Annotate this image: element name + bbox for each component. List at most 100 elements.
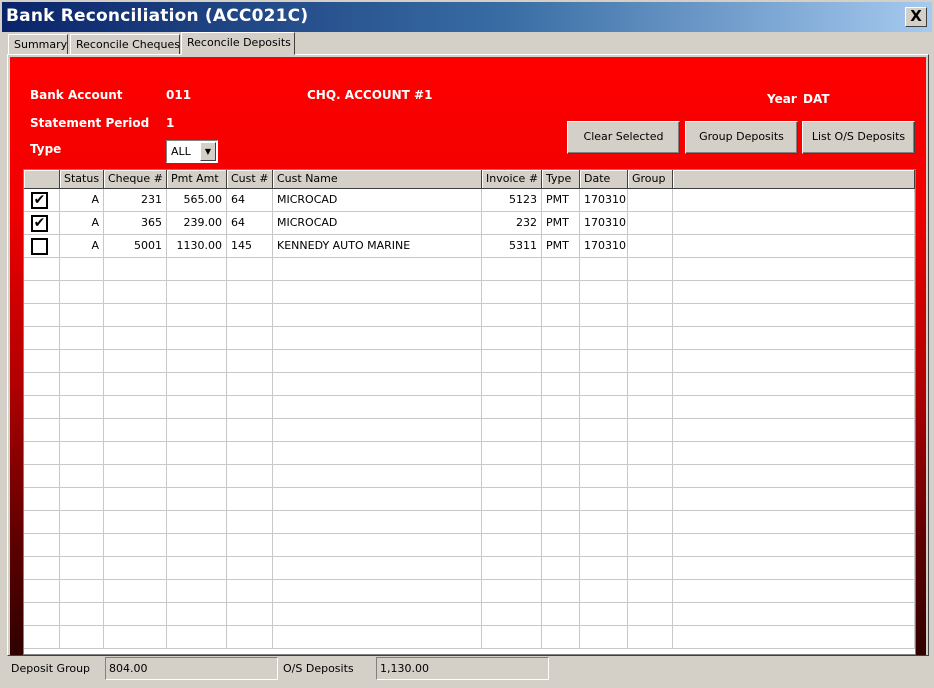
table-row[interactable]: A 5001 1130.00 145 KENNEDY AUTO MARINE 5311 PM… [24,235,915,258]
table-cell [60,488,104,511]
table-cell [628,304,673,327]
table-cell [580,258,628,281]
row-checkbox[interactable]: ✔ [31,215,48,232]
title-bar: Bank Reconciliation (ACC021C) X [0,0,934,32]
table-cell [227,327,273,350]
table-cell: 170310 [580,189,628,212]
table-cell [673,281,915,304]
table-cell [580,442,628,465]
col-header-cheque[interactable]: Cheque # [104,170,167,189]
table-cell [104,557,167,580]
type-select[interactable]: ALL ▼ [166,140,218,163]
chevron-down-icon[interactable]: ▼ [200,142,216,161]
table-cell [628,258,673,281]
table-cell: MICROCAD [273,212,482,235]
table-cell [104,281,167,304]
table-cell [673,258,915,281]
col-header-filler [673,170,915,189]
table-cell [542,281,580,304]
row-select-cell [24,511,60,534]
table-cell [227,488,273,511]
table-cell [227,442,273,465]
empty-row [24,304,915,327]
table-cell [628,626,673,649]
table-cell [167,373,227,396]
col-header-cust-name[interactable]: Cust Name [273,170,482,189]
table-cell [580,350,628,373]
table-cell [580,281,628,304]
bank-account-label: Bank Account [30,88,123,102]
table-cell [273,304,482,327]
table-cell [482,442,542,465]
table-cell [273,580,482,603]
row-select-cell [24,626,60,649]
empty-row [24,258,915,281]
table-cell [227,626,273,649]
table-row[interactable]: ✔ A 365 239.00 64 MICROCAD 232 PMT 170310 [24,212,915,235]
col-header-invoice[interactable]: Invoice # [482,170,542,189]
table-cell [273,258,482,281]
row-select-cell [24,304,60,327]
deposits-grid[interactable]: Status Cheque # Pmt Amt Cust # Cust Name… [23,169,916,655]
table-cell [167,281,227,304]
table-cell: 1130.00 [167,235,227,258]
table-cell [673,235,915,258]
table-cell [580,373,628,396]
row-checkbox[interactable] [31,238,48,255]
row-checkbox[interactable]: ✔ [31,192,48,209]
table-cell [227,350,273,373]
col-header-pmt-amt[interactable]: Pmt Amt [167,170,227,189]
table-cell: 365 [104,212,167,235]
table-cell [580,327,628,350]
table-cell [628,442,673,465]
row-select-cell: ✔ [24,212,60,235]
os-deposits-label: O/S Deposits [283,662,354,675]
table-cell: 5311 [482,235,542,258]
table-cell: A [60,235,104,258]
tab-reconcile-cheques[interactable]: Reconcile Cheques [70,34,180,55]
table-cell [542,557,580,580]
tab-summary[interactable]: Summary [8,34,68,55]
table-cell: PMT [542,189,580,212]
group-deposits-button[interactable]: Group Deposits [685,121,798,154]
table-cell [580,603,628,626]
grid-header: Status Cheque # Pmt Amt Cust # Cust Name… [24,170,915,189]
table-cell [628,534,673,557]
col-header-select[interactable] [24,170,60,189]
table-cell [580,465,628,488]
table-cell [542,465,580,488]
table-cell [542,350,580,373]
close-button[interactable]: X [905,7,927,27]
table-cell [482,488,542,511]
table-cell [628,281,673,304]
table-cell [542,534,580,557]
statement-period-label: Statement Period [30,116,150,130]
os-deposits-field: 1,130.00 [376,657,549,680]
col-header-date[interactable]: Date [580,170,628,189]
table-cell [628,603,673,626]
table-cell [227,465,273,488]
table-cell [60,327,104,350]
table-cell: 145 [227,235,273,258]
table-cell [227,373,273,396]
table-cell [628,189,673,212]
table-cell [628,373,673,396]
empty-row [24,603,915,626]
table-cell: PMT [542,235,580,258]
col-header-cust[interactable]: Cust # [227,170,273,189]
list-os-deposits-button[interactable]: List O/S Deposits [802,121,915,154]
empty-row [24,396,915,419]
tab-reconcile-deposits[interactable]: Reconcile Deposits [181,32,295,55]
col-header-type[interactable]: Type [542,170,580,189]
table-cell: 239.00 [167,212,227,235]
table-cell [104,419,167,442]
col-header-status[interactable]: Status [60,170,104,189]
table-cell [580,396,628,419]
table-cell [60,511,104,534]
col-header-group[interactable]: Group [628,170,673,189]
row-select-cell [24,281,60,304]
table-row[interactable]: ✔ A 231 565.00 64 MICROCAD 5123 PMT 170310 [24,189,915,212]
table-cell [227,396,273,419]
table-cell [104,350,167,373]
clear-selected-button[interactable]: Clear Selected [567,121,680,154]
